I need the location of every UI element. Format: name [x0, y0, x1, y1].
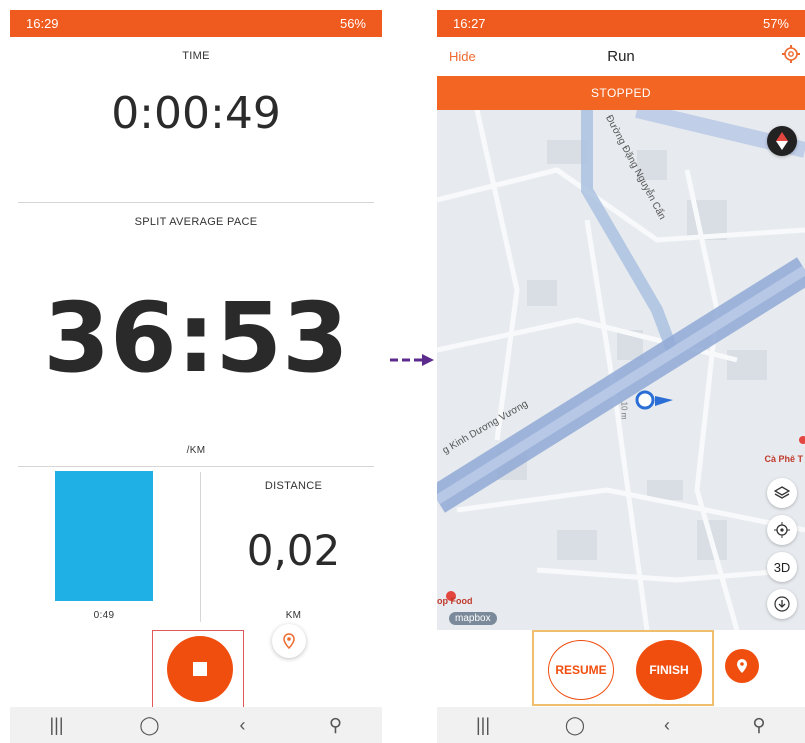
- map-pin-icon: [737, 659, 747, 673]
- pace-unit: /KM: [186, 445, 206, 456]
- pace-label: SPLIT AVERAGE PACE: [134, 216, 258, 228]
- run-controls: RESUME FINISH: [437, 630, 805, 707]
- poi-label: op Food: [437, 596, 473, 606]
- status-time: 16:27: [453, 16, 486, 31]
- download-button[interactable]: [767, 589, 797, 619]
- time-value: 0:00:49: [111, 88, 281, 139]
- home-button[interactable]: ◯: [120, 715, 180, 736]
- finish-button[interactable]: FINISH: [636, 640, 702, 700]
- system-nav-bar: ||| ◯ ‹ ⚲: [437, 707, 805, 743]
- compass-icon: [776, 132, 788, 150]
- distance-unit: KM: [285, 610, 302, 621]
- resume-button[interactable]: RESUME: [548, 640, 614, 700]
- accessibility-button[interactable]: ⚲: [729, 715, 789, 736]
- split-time: 0:49: [93, 610, 115, 621]
- back-button[interactable]: ‹: [637, 715, 697, 736]
- mapbox-logo: mapbox: [449, 612, 497, 625]
- recents-button[interactable]: |||: [27, 715, 87, 736]
- status-bar: 16:27 57%: [437, 10, 805, 37]
- system-nav-bar: ||| ◯ ‹ ⚲: [10, 707, 382, 743]
- distance-value: 0,02: [246, 526, 341, 575]
- map-graphic: [437, 110, 805, 630]
- arrow-icon: [390, 354, 434, 366]
- status-bar: 16:29 56%: [10, 10, 382, 37]
- poi-label: Cà Phê T: [764, 454, 803, 464]
- status-battery: 56%: [339, 16, 366, 31]
- divider: [18, 466, 374, 467]
- locate-button[interactable]: [767, 515, 797, 545]
- status-time: 16:29: [26, 16, 59, 31]
- layers-icon: [774, 486, 790, 499]
- split-bar: [55, 471, 153, 601]
- scale-label: 10 m: [619, 401, 629, 420]
- run-map-screen: 16:27 57% Hide Run STOPPED Đường Đặng Ng…: [437, 10, 805, 743]
- back-button[interactable]: ‹: [213, 715, 273, 736]
- distance-label: DISTANCE: [264, 480, 323, 492]
- divider: [18, 202, 374, 203]
- home-button[interactable]: ◯: [545, 715, 605, 736]
- compass-button[interactable]: [767, 126, 797, 156]
- layers-button[interactable]: [767, 478, 797, 508]
- page-title: Run: [607, 48, 635, 65]
- map-view[interactable]: Đường Đặng Nguyễn Cẩn g Kinh Dương Vương…: [437, 110, 805, 630]
- stop-button[interactable]: [167, 636, 233, 702]
- divider: [200, 472, 201, 622]
- pace-value: 36:53: [43, 282, 349, 394]
- activity-stats-screen: 16:29 56% TIME 0:00:49 SPLIT AVERAGE PAC…: [10, 10, 382, 743]
- locate-icon: [774, 522, 790, 538]
- stop-highlight: [152, 630, 244, 710]
- status-banner: STOPPED: [437, 76, 805, 110]
- recents-button[interactable]: |||: [453, 715, 513, 736]
- 3d-button[interactable]: 3D: [767, 552, 797, 582]
- map-pin-icon: [283, 633, 295, 649]
- status-battery: 57%: [762, 16, 789, 31]
- time-label: TIME: [182, 50, 210, 62]
- download-icon: [774, 596, 790, 612]
- controls-highlight: RESUME FINISH: [532, 630, 714, 706]
- gear-icon[interactable]: [781, 44, 801, 64]
- map-pin-button[interactable]: [272, 624, 306, 658]
- accessibility-button[interactable]: ⚲: [306, 715, 366, 736]
- map-pin-button[interactable]: [725, 649, 759, 683]
- top-bar: Hide Run: [437, 37, 805, 76]
